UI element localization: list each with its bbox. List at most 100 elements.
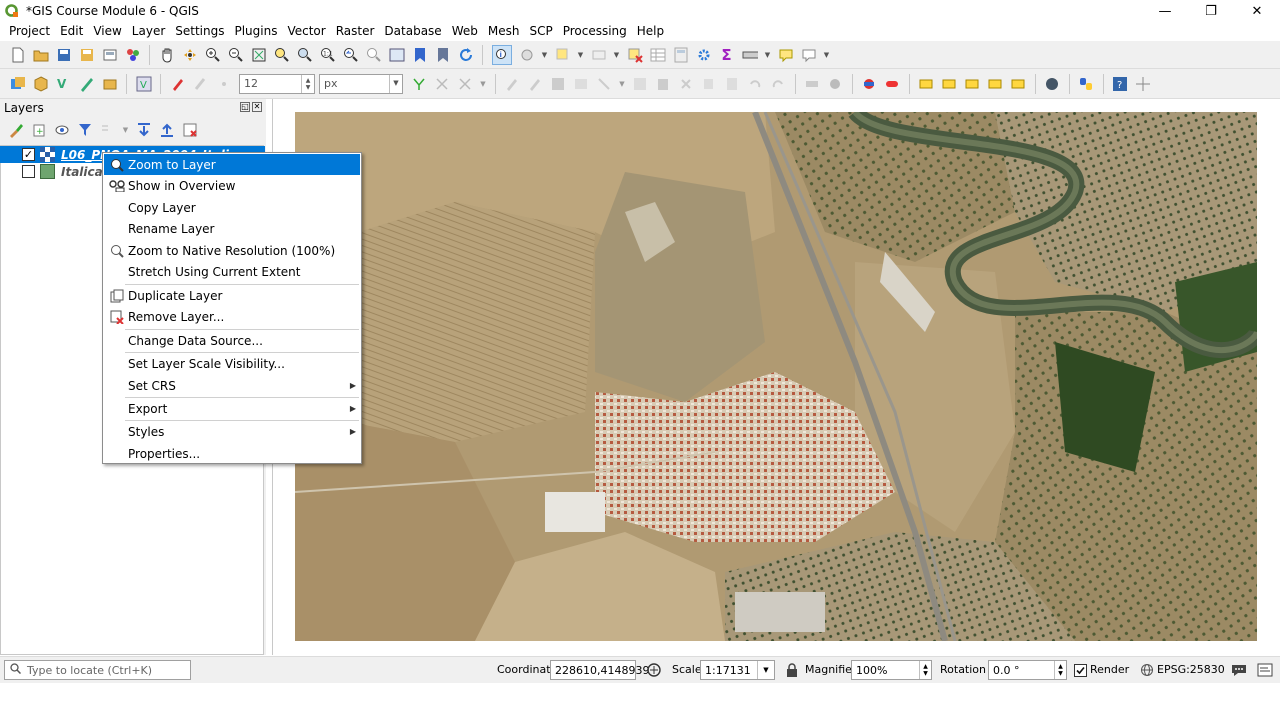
new-map-view-icon[interactable] xyxy=(389,47,405,63)
menu-item-scale-visibility[interactable]: Set Layer Scale Visibility... xyxy=(104,353,360,374)
map-tips-icon[interactable] xyxy=(778,47,794,63)
zoom-next-icon[interactable] xyxy=(366,47,382,63)
digitize-icon[interactable] xyxy=(79,76,95,92)
new-project-icon[interactable] xyxy=(10,47,26,63)
menu-edit[interactable]: Edit xyxy=(55,24,88,38)
rotation-spinbox[interactable]: 0.0 ° ▲ ▼ xyxy=(988,660,1067,680)
menu-item-properties[interactable]: Properties... xyxy=(104,443,360,464)
new-shapefile-icon[interactable]: V xyxy=(56,76,72,92)
add-point-icon[interactable] xyxy=(216,76,232,92)
menu-item-rename-layer[interactable]: Rename Layer xyxy=(104,218,360,239)
save-edits-icon[interactable] xyxy=(550,76,566,92)
unit-dropdown[interactable]: px ▼ xyxy=(319,73,403,94)
add-feature-icon[interactable] xyxy=(573,76,589,92)
python-console-icon[interactable] xyxy=(1078,76,1094,92)
menu-layer[interactable]: Layer xyxy=(127,24,170,38)
new-bookmark-icon[interactable] xyxy=(412,47,428,63)
lock-scale-icon[interactable] xyxy=(783,661,801,679)
zoom-in-icon[interactable] xyxy=(205,47,221,63)
move-feature-icon[interactable] xyxy=(596,76,612,92)
zoom-native-icon[interactable]: 1:1 xyxy=(320,47,336,63)
chevron-down-icon[interactable]: ▼ xyxy=(619,76,625,92)
menu-item-zoom-to-layer[interactable]: Zoom to Layer xyxy=(104,154,360,175)
select-value-icon[interactable] xyxy=(591,47,607,63)
pencil-icon[interactable] xyxy=(527,76,543,92)
minimize-button[interactable]: — xyxy=(1142,0,1188,22)
coordinate-field[interactable]: 228610,4148939 xyxy=(550,660,649,680)
style-manager-icon[interactable] xyxy=(125,47,141,63)
chevron-down-icon[interactable]: ▼ xyxy=(614,47,620,63)
measure-icon[interactable] xyxy=(742,47,758,63)
zoom-selection-icon[interactable] xyxy=(274,47,290,63)
font-size-spinbox[interactable]: 12 ▲ ▼ xyxy=(239,73,315,94)
render-checkbox[interactable] xyxy=(1071,661,1089,679)
zoom-out-icon[interactable] xyxy=(228,47,244,63)
layer-visibility-checkbox[interactable] xyxy=(22,165,35,178)
refresh-icon[interactable] xyxy=(458,47,474,63)
messages-icon[interactable] xyxy=(1230,661,1248,679)
zoom-full-icon[interactable] xyxy=(251,47,267,63)
merge-icon[interactable] xyxy=(457,76,473,92)
layer-item-italica[interactable]: Italica xyxy=(0,163,103,180)
scale-combobox[interactable]: 1:17131 ▼ xyxy=(700,660,775,680)
label-tool-icon[interactable] xyxy=(804,76,820,92)
menu-item-stretch-extent[interactable]: Stretch Using Current Extent xyxy=(104,261,360,282)
menu-scp[interactable]: SCP xyxy=(524,24,557,38)
menu-settings[interactable]: Settings xyxy=(170,24,229,38)
menu-project[interactable]: Project xyxy=(4,24,55,38)
manage-map-themes-icon[interactable] xyxy=(54,122,70,138)
zoom-last-icon[interactable] xyxy=(343,47,359,63)
menu-item-duplicate-layer[interactable]: Duplicate Layer xyxy=(104,285,360,306)
label-yellow-icon[interactable] xyxy=(918,76,934,92)
menu-item-export[interactable]: Export ▶ xyxy=(104,398,360,419)
locator-search-input[interactable]: Type to locate (Ctrl+K) xyxy=(4,660,191,680)
crs-globe-icon[interactable] xyxy=(1138,661,1156,679)
menu-web[interactable]: Web xyxy=(447,24,483,38)
new-temp-layer-icon[interactable] xyxy=(102,76,118,92)
new-geopackage-icon[interactable] xyxy=(33,75,49,92)
help-icon[interactable]: ? xyxy=(1112,76,1128,92)
redo-icon[interactable] xyxy=(770,76,786,92)
crosshair-icon[interactable] xyxy=(1135,76,1151,92)
node-tool-icon[interactable] xyxy=(632,76,648,92)
filter-expression-icon[interactable] xyxy=(100,122,116,138)
plugin-red-icon[interactable] xyxy=(861,76,877,92)
menu-item-styles[interactable]: Styles ▶ xyxy=(104,421,360,442)
pin-label-icon[interactable] xyxy=(827,76,843,92)
pan-to-selection-icon[interactable] xyxy=(182,47,198,63)
save-edits-icon[interactable] xyxy=(193,76,209,92)
menu-item-zoom-native[interactable]: Zoom to Native Resolution (100%) xyxy=(104,240,360,261)
menu-vector[interactable]: Vector xyxy=(282,24,330,38)
add-group-icon[interactable]: + xyxy=(31,122,47,138)
cut-icon[interactable] xyxy=(678,76,694,92)
chevron-down-icon[interactable]: ▼ xyxy=(542,47,548,63)
annotation-icon[interactable] xyxy=(801,47,817,63)
menu-raster[interactable]: Raster xyxy=(331,24,380,38)
pan-icon[interactable] xyxy=(159,47,175,63)
menu-view[interactable]: View xyxy=(88,24,126,38)
toggle-editing-icon[interactable] xyxy=(170,76,186,92)
split-icon[interactable] xyxy=(434,76,450,92)
deselect-icon[interactable] xyxy=(627,47,643,63)
zoom-to-layer-icon[interactable] xyxy=(297,47,313,63)
chevron-down-icon[interactable]: ▼ xyxy=(765,47,771,63)
magnifier-spinbox[interactable]: 100% ▲ ▼ xyxy=(851,660,932,680)
save-project-icon[interactable] xyxy=(56,47,72,63)
label-yellow-icon[interactable] xyxy=(987,76,1003,92)
menu-item-show-in-overview[interactable]: Show in Overview xyxy=(104,175,360,196)
chevron-down-icon[interactable]: ▼ xyxy=(824,47,830,63)
expand-all-icon[interactable] xyxy=(136,122,152,138)
pencil-icon[interactable] xyxy=(504,76,520,92)
chevron-down-icon[interactable]: ▼ xyxy=(578,47,584,63)
close-button[interactable]: ✕ xyxy=(1234,0,1280,22)
label-yellow-icon[interactable] xyxy=(1010,76,1026,92)
menu-item-remove-layer[interactable]: Remove Layer... xyxy=(104,306,360,327)
collapse-all-icon[interactable] xyxy=(159,122,175,138)
menu-item-set-crs[interactable]: Set CRS ▶ xyxy=(104,375,360,396)
menu-processing[interactable]: Processing xyxy=(558,24,632,38)
style-panel-icon[interactable] xyxy=(8,122,24,138)
orthophoto-raster[interactable] xyxy=(295,112,1257,641)
field-calculator-icon[interactable] xyxy=(673,47,689,63)
plugin-red2-icon[interactable] xyxy=(884,76,900,92)
menu-help[interactable]: Help xyxy=(632,24,669,38)
